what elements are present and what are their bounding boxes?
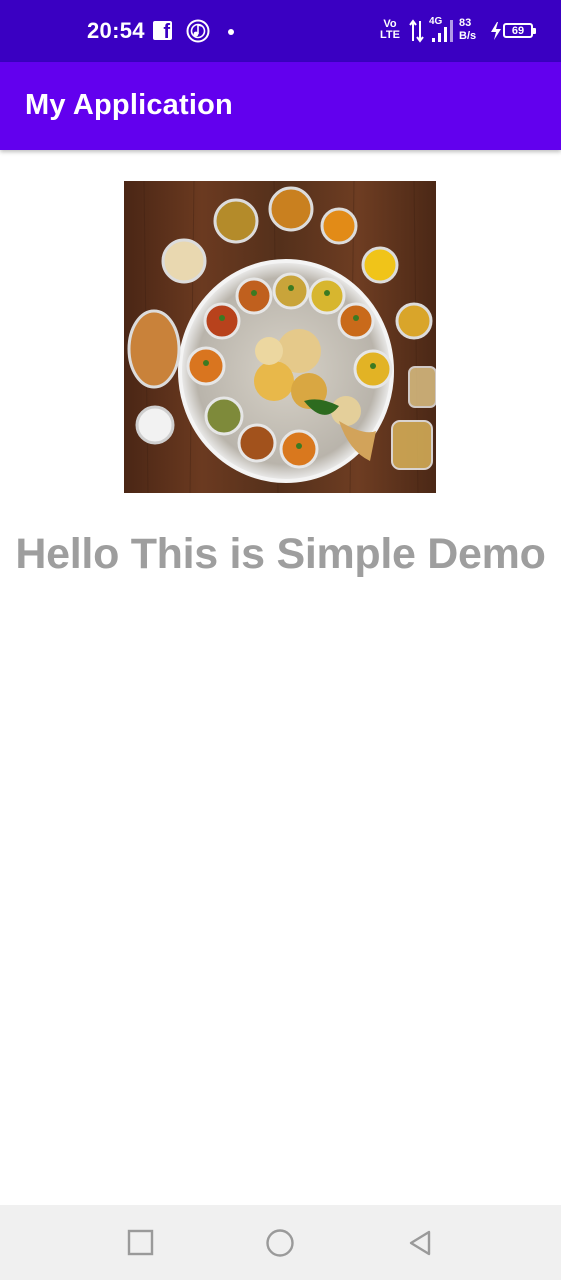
hello-text: Hello This is Simple Demo [15,530,546,578]
home-icon[interactable] [265,1228,295,1258]
notification-dot [228,29,234,35]
battery-icon: 69 [503,23,536,38]
network-speed-value: 83 [459,17,472,29]
volte-bottom-label: LTE [380,29,400,41]
network-speed-unit: B/s [459,30,477,42]
app-title: My Application [25,89,233,121]
status-time: 20:54 [87,18,145,43]
food-image [124,181,436,493]
network-speed: 83 B/s [459,17,476,43]
back-icon[interactable] [405,1228,435,1258]
data-arrows-icon [409,19,424,43]
facebook-icon: f [153,21,172,42]
charging-icon [491,22,501,40]
volte-icon: Vo LTE [380,19,400,41]
battery-level: 69 [511,25,525,37]
music-icon [186,19,210,43]
signal-icon: 4G [429,16,455,44]
phone-screen: 20:54 f Vo LTE 4G 83 B/s 69 My Applicati… [0,0,561,1280]
app-bar: My Application [0,62,561,150]
navigation-bar [0,1205,561,1280]
status-bar: 20:54 f Vo LTE 4G 83 B/s 69 [0,0,561,62]
recents-icon[interactable] [126,1228,156,1258]
